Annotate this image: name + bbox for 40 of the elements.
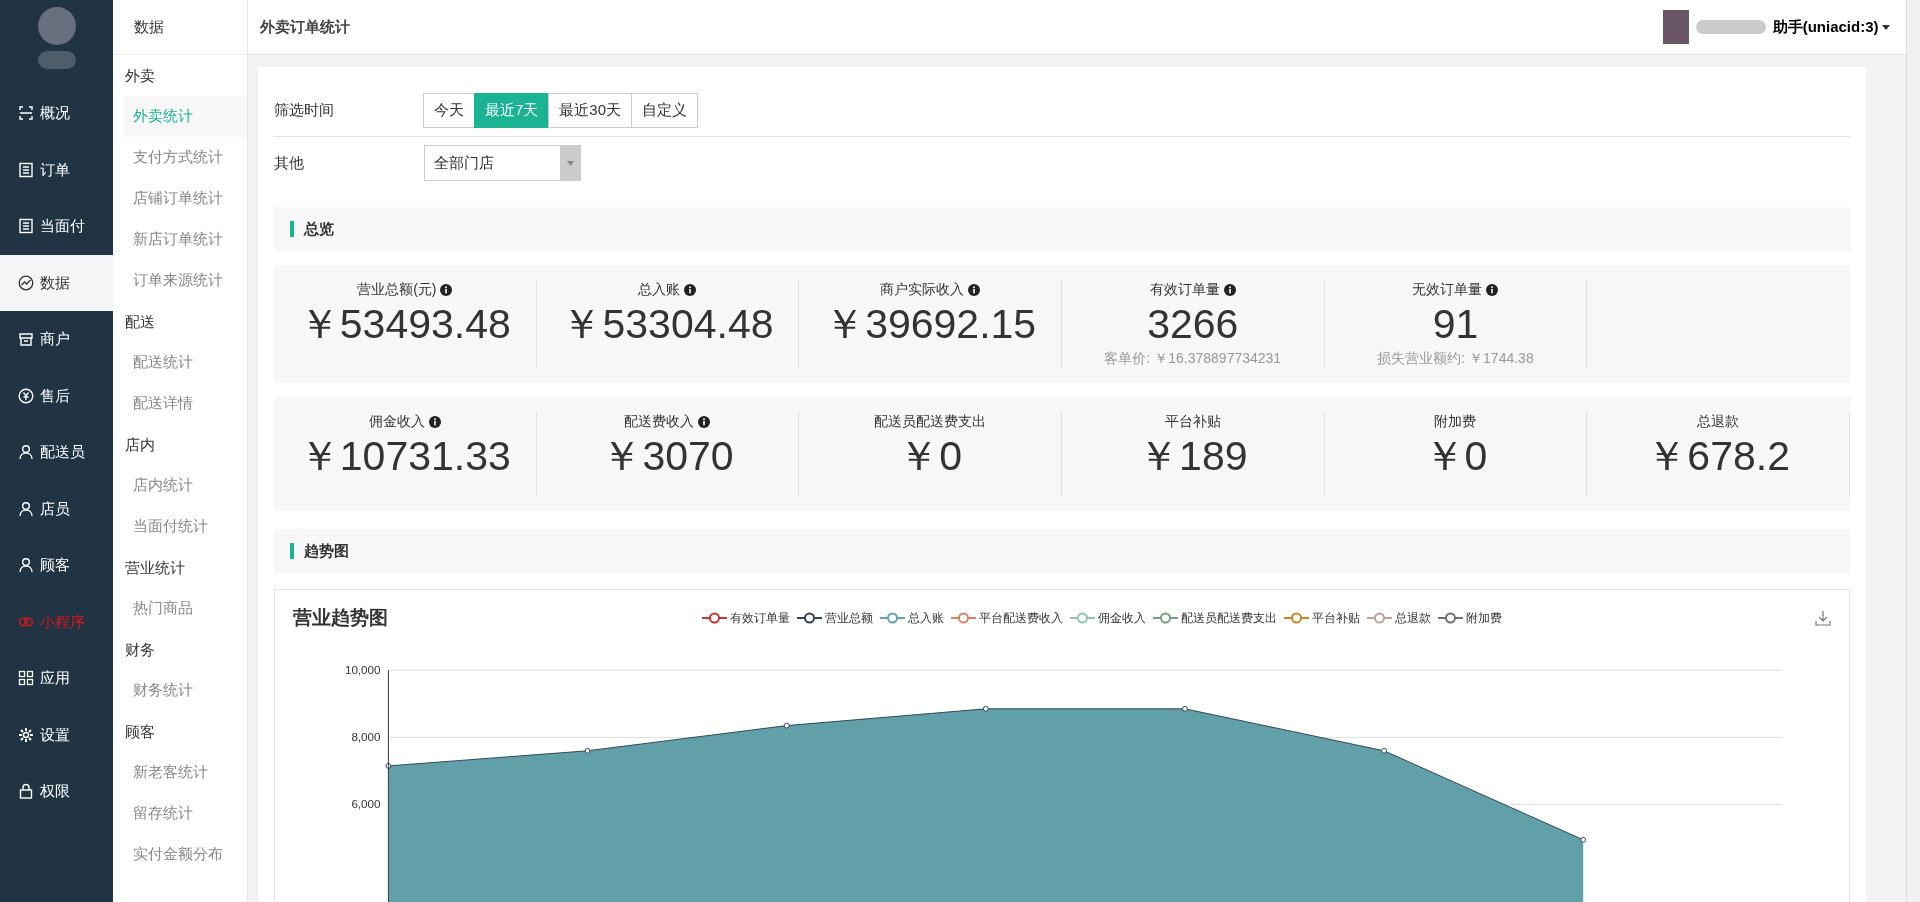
menu-group-title: 外卖 <box>125 67 155 84</box>
y-axis-label: 8,000 <box>351 729 381 743</box>
stat-note: 损失营业额约: ￥1744.38 <box>1377 350 1534 366</box>
stat-value: ￥53304.48 <box>561 300 774 348</box>
menu-group-title: 配送 <box>125 313 155 330</box>
stat-value: ￥678.2 <box>1646 432 1790 480</box>
filter-label: 筛选时间 <box>274 100 335 121</box>
stat-label: 佣金收入 <box>368 411 441 432</box>
menu-group-title: 营业统计 <box>125 559 185 576</box>
filter-label: 其他 <box>274 152 305 173</box>
stat-value: ￥0 <box>1423 432 1488 480</box>
stat-label: 总退款 <box>1697 412 1740 431</box>
y-axis-label: 6,000 <box>351 796 381 810</box>
section-title: 总览 <box>290 221 334 237</box>
stat-value: ￥10731.33 <box>298 432 511 480</box>
stat-label: 平台补贴 <box>1164 412 1221 431</box>
stat-label: 附加费 <box>1434 412 1477 431</box>
stat-label: 有效订单量 <box>1149 279 1236 300</box>
menu-group-title: 顾客 <box>125 723 155 740</box>
stat-value: ￥0 <box>898 432 963 480</box>
stat-note: 客单价: ￥16.378897734231 <box>1104 350 1282 366</box>
stat-value: ￥39692.15 <box>824 300 1037 348</box>
stat-label: 配送员配送费支出 <box>874 412 987 431</box>
stat-value: ￥3070 <box>601 432 734 480</box>
stat-value: 3266 <box>1147 300 1239 348</box>
stat-label: 商户实际收入 <box>880 279 981 300</box>
submenu-title: 数据 <box>134 16 164 37</box>
stat-label: 无效订单量 <box>1412 279 1499 300</box>
y-axis-label: 10,000 <box>344 662 381 676</box>
page-title: 外卖订单统计 <box>260 16 350 37</box>
stat-value: 91 <box>1432 300 1479 348</box>
stat-value: ￥189 <box>1138 432 1248 480</box>
stat-value: ￥53493.48 <box>298 300 511 348</box>
section-title: 趋势图 <box>290 543 349 559</box>
menu-group-title: 财务 <box>125 641 155 658</box>
stat-label: 营业总额(元) <box>357 279 453 300</box>
stat-label: 配送费收入 <box>624 411 711 432</box>
chart-title: 营业趋势图 <box>293 606 388 630</box>
menu-group-title: 店内 <box>125 436 155 453</box>
stat-label: 总入账 <box>638 279 697 300</box>
